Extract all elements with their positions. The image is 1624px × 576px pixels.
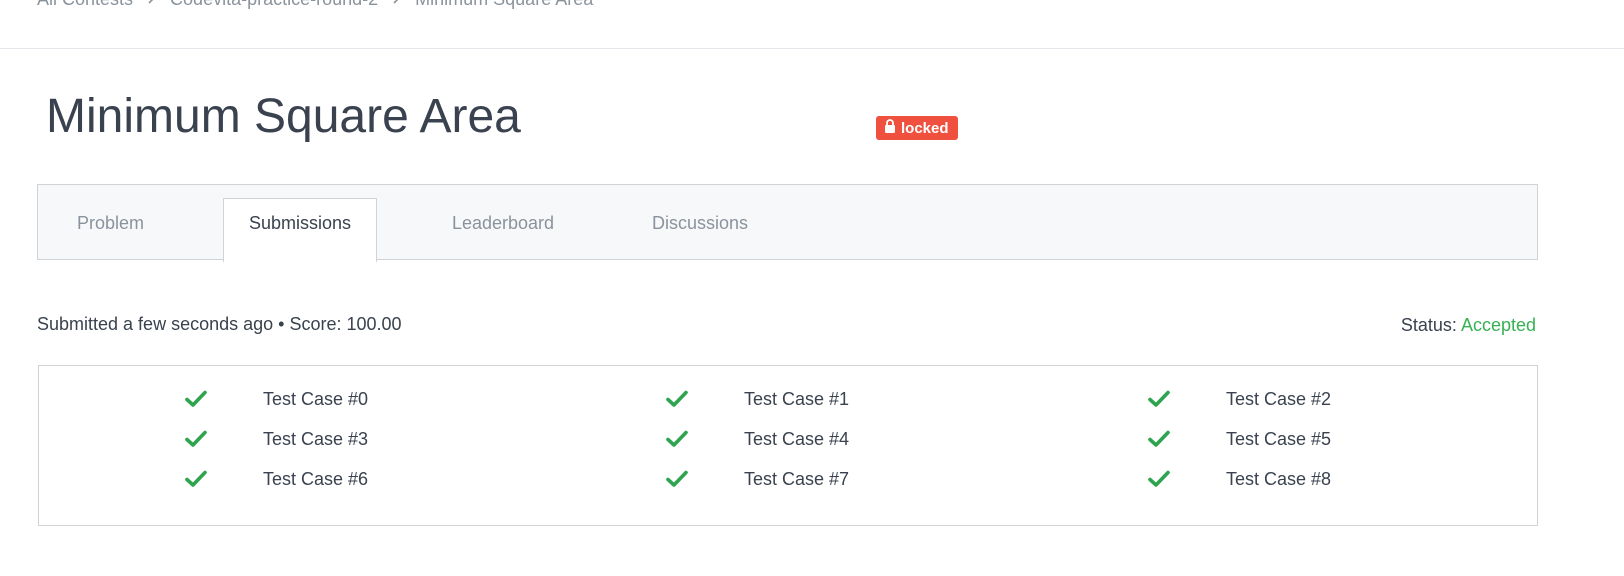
check-icon — [666, 470, 688, 488]
test-case-label: Test Case #7 — [744, 468, 850, 489]
locked-badge: locked — [876, 116, 958, 140]
test-case-label: Test Case #1 — [744, 388, 850, 409]
submission-status: Status: Accepted — [1401, 315, 1536, 336]
test-case-label: Test Case #8 — [1226, 468, 1332, 489]
page-title: Minimum Square Area — [46, 90, 521, 143]
tabs-bar: Problem Submissions Leaderboard Discussi… — [37, 184, 1538, 262]
breadcrumb: All Contests Codevita-practice-round-2 M… — [37, 0, 593, 10]
test-case-item[interactable]: Test Case #5 — [1148, 427, 1331, 451]
test-case-item[interactable]: Test Case #6 — [185, 467, 368, 491]
test-case-list: Test Case #0 Test Case #1 Test Case #2 T… — [38, 365, 1538, 526]
check-icon — [185, 390, 207, 408]
breadcrumb-bar: All Contests Codevita-practice-round-2 M… — [0, 0, 1624, 49]
tab-leaderboard[interactable]: Leaderboard — [438, 185, 568, 261]
status-value: Accepted — [1460, 315, 1536, 335]
test-case-label: Test Case #2 — [1226, 388, 1332, 409]
tab-submissions[interactable]: Submissions — [223, 198, 377, 262]
breadcrumb-link-contest[interactable]: Codevita-practice-round-2 — [170, 0, 378, 10]
test-case-item[interactable]: Test Case #0 — [185, 387, 368, 411]
breadcrumb-current-problem[interactable]: Minimum Square Area — [415, 0, 593, 10]
test-case-item[interactable]: Test Case #7 — [666, 467, 849, 491]
tab-discussions[interactable]: Discussions — [638, 185, 762, 261]
check-icon — [666, 430, 688, 448]
check-icon — [185, 430, 207, 448]
lock-icon — [884, 119, 896, 137]
check-icon — [1148, 390, 1170, 408]
tab-problem[interactable]: Problem — [38, 185, 183, 261]
chevron-right-icon — [392, 0, 401, 9]
breadcrumb-link-all-contests[interactable]: All Contests — [37, 0, 133, 10]
test-case-item[interactable]: Test Case #1 — [666, 387, 849, 411]
status-label: Status: — [1400, 315, 1457, 335]
chevron-right-icon — [147, 0, 156, 9]
test-case-label: Test Case #5 — [1226, 428, 1332, 449]
test-case-label: Test Case #6 — [263, 468, 369, 489]
test-case-label: Test Case #0 — [263, 388, 369, 409]
test-case-item[interactable]: Test Case #2 — [1148, 387, 1331, 411]
test-case-item[interactable]: Test Case #4 — [666, 427, 849, 451]
test-case-label: Test Case #4 — [744, 428, 850, 449]
test-case-item[interactable]: Test Case #8 — [1148, 467, 1331, 491]
locked-badge-label: locked — [901, 119, 949, 137]
check-icon — [1148, 430, 1170, 448]
test-case-item[interactable]: Test Case #3 — [185, 427, 368, 451]
test-case-label: Test Case #3 — [263, 428, 369, 449]
submission-summary: Submitted a few seconds ago • Score: 100… — [37, 314, 402, 334]
check-icon — [1148, 470, 1170, 488]
check-icon — [185, 470, 207, 488]
check-icon — [666, 390, 688, 408]
